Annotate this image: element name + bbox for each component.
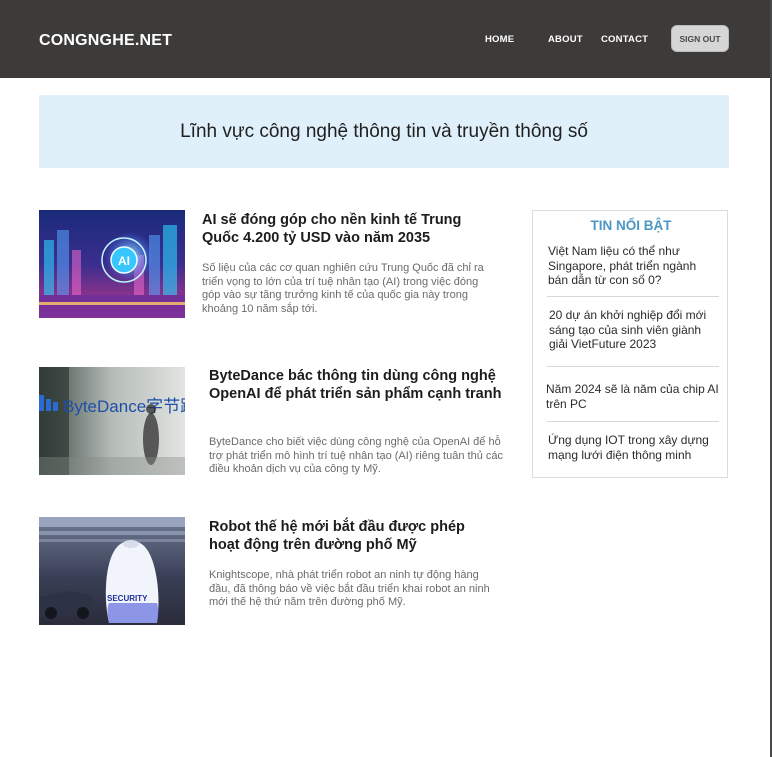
site-logo[interactable]: CONGNGHE.NET xyxy=(39,32,172,50)
sidebar-divider xyxy=(547,296,719,297)
featured-news-sidebar: TIN NỔI BẬT Việt Nam liệu có thể như Sin… xyxy=(532,210,728,478)
bytedance-logo-text: ByteDance字节跳 xyxy=(63,397,185,416)
security-robot-image[interactable]: SECURITY xyxy=(39,517,185,625)
svg-text:AI: AI xyxy=(118,254,130,268)
sidebar-news-link[interactable]: Việt Nam liệu có thể như Singapore, phát… xyxy=(548,244,718,288)
article-excerpt: Số liệu của các cơ quan nghiên cứu Trung… xyxy=(202,262,484,315)
sidebar-news-link[interactable]: Năm 2024 sẽ là năm của chip AI trên PC xyxy=(546,382,721,411)
sidebar-title: TIN NỔI BẬT xyxy=(590,218,672,233)
ai-city-image[interactable]: AI xyxy=(39,210,185,318)
article-title[interactable]: ByteDance bác thông tin dùng công nghệ O… xyxy=(209,367,519,403)
article-title[interactable]: Robot thế hệ mới bắt đầu được phép hoạt … xyxy=(209,518,499,554)
category-banner: Lĩnh vực công nghệ thông tin và truyền t… xyxy=(39,95,729,168)
article-card[interactable]: SECURITY Robot thế hệ mới bắt đầu được p… xyxy=(39,517,499,629)
sidebar-news-link[interactable]: 20 dự án khởi nghiệp đổi mới sáng tạo củ… xyxy=(549,308,721,352)
sidebar-divider xyxy=(547,421,719,422)
article-card[interactable]: ByteDance字节跳 ByteDance bác thông tin dùn… xyxy=(39,367,519,477)
sidebar-news-link[interactable]: Ứng dụng IOT trong xây dựng mạng lưới đi… xyxy=(548,433,723,462)
nav-about[interactable]: ABOUT xyxy=(548,34,583,45)
sign-out-button[interactable]: SIGN OUT xyxy=(671,25,729,52)
bytedance-office-image[interactable]: ByteDance字节跳 xyxy=(39,367,185,475)
nav-home[interactable]: HOME xyxy=(485,34,514,45)
security-label-text: SECURITY xyxy=(107,594,148,603)
sidebar-divider xyxy=(547,366,719,367)
site-header: CONGNGHE.NET HOME ABOUT CONTACT SIGN OUT xyxy=(0,0,772,78)
article-excerpt: ByteDance cho biết việc dùng công nghệ c… xyxy=(209,436,503,476)
nav-contact[interactable]: CONTACT xyxy=(601,34,648,45)
article-card[interactable]: AI AI sẽ đóng góp cho nền kinh tế Trung … xyxy=(39,210,499,320)
category-title: Lĩnh vực công nghệ thông tin và truyền t… xyxy=(180,120,588,142)
article-title[interactable]: AI sẽ đóng góp cho nền kinh tế Trung Quố… xyxy=(202,211,492,247)
article-excerpt: Knightscope, nhà phát triển robot an nin… xyxy=(209,569,490,609)
